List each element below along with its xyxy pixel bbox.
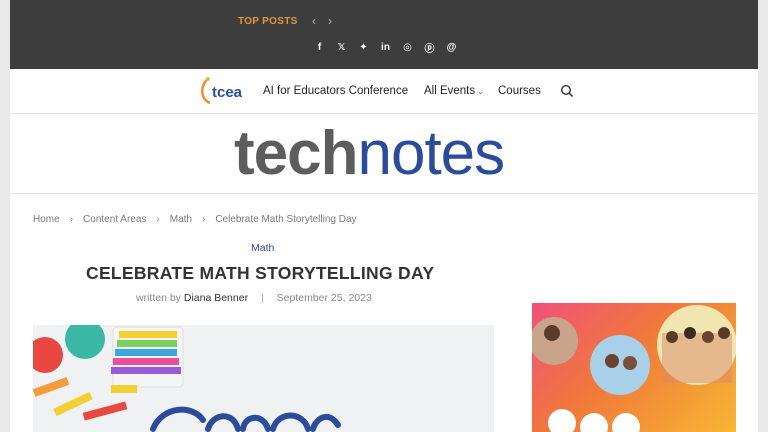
social-links: f 𝕏 ✦ in ◎ ⓟ @: [314, 40, 457, 55]
article-author[interactable]: Diana Benner: [184, 292, 248, 304]
technotes-logo[interactable]: technotes: [234, 116, 505, 192]
nav-ai-educators-conference[interactable]: AI for Educators Conference: [263, 85, 408, 97]
page: TOP POSTS ‹ › f 𝕏 ✦ in ◎ ⓟ @ tcea AI for…: [10, 0, 758, 432]
article-date: September 25, 2023: [276, 292, 372, 304]
search-icon[interactable]: [560, 84, 574, 98]
pinterest-icon[interactable]: ⓟ: [424, 40, 435, 55]
nav-all-events[interactable]: All Events ⌄: [424, 85, 484, 97]
breadcrumb-content-areas[interactable]: Content Areas: [83, 214, 146, 225]
tcea-logo-mark: tcea: [201, 77, 243, 105]
chevron-right-icon: ›: [201, 214, 206, 225]
breadcrumb: Home › Content Areas › Math › Celebrate Math S…: [33, 214, 357, 225]
main-nav: tcea AI for Educators Conference All Eve…: [10, 69, 758, 114]
hero-image: [33, 325, 494, 432]
tcea-logo[interactable]: tcea: [194, 75, 256, 107]
nav-all-events-label: All Events: [424, 85, 476, 97]
top-bar: TOP POSTS ‹ › f 𝕏 ✦ in ◎ ⓟ @: [10, 0, 758, 69]
breadcrumb-home[interactable]: Home: [33, 214, 60, 225]
article-category[interactable]: Math: [251, 242, 274, 254]
logo-text: tcea: [212, 84, 243, 101]
breadcrumb-math[interactable]: Math: [170, 214, 192, 225]
chevron-right-icon: ›: [156, 214, 160, 225]
top-posts-label: TOP POSTS: [238, 16, 298, 27]
x-icon[interactable]: 𝕏: [336, 40, 347, 54]
written-by-label: written by: [136, 292, 181, 304]
instagram-icon[interactable]: ◎: [402, 40, 413, 54]
brand-notes: notes: [357, 119, 505, 188]
chevron-down-icon: ⌄: [477, 87, 484, 96]
threads-icon[interactable]: @: [446, 40, 457, 54]
linkedin-icon[interactable]: in: [380, 40, 391, 54]
meta-divider: |: [261, 292, 264, 304]
top-posts-arrows: ‹ ›: [308, 13, 336, 29]
chevron-right-icon: ›: [69, 214, 74, 225]
bluesky-icon[interactable]: ✦: [358, 40, 369, 54]
article-meta: written by Diana Benner | September 25, …: [136, 292, 372, 304]
chevron-left-icon[interactable]: ‹: [308, 13, 320, 29]
chevron-right-icon[interactable]: ›: [324, 13, 336, 29]
facebook-icon[interactable]: f: [314, 40, 325, 54]
article-title: CELEBRATE MATH STORYTELLING DAY: [86, 263, 435, 283]
brand-tech: tech: [234, 119, 358, 188]
hero-illustration: [33, 325, 341, 432]
nav-courses[interactable]: Courses: [498, 85, 541, 97]
ad-illustration: [532, 305, 736, 432]
breadcrumb-current: Celebrate Math Storytelling Day: [215, 214, 357, 225]
sidebar-ad-banner[interactable]: [532, 303, 736, 432]
site-brand: technotes: [10, 114, 758, 194]
